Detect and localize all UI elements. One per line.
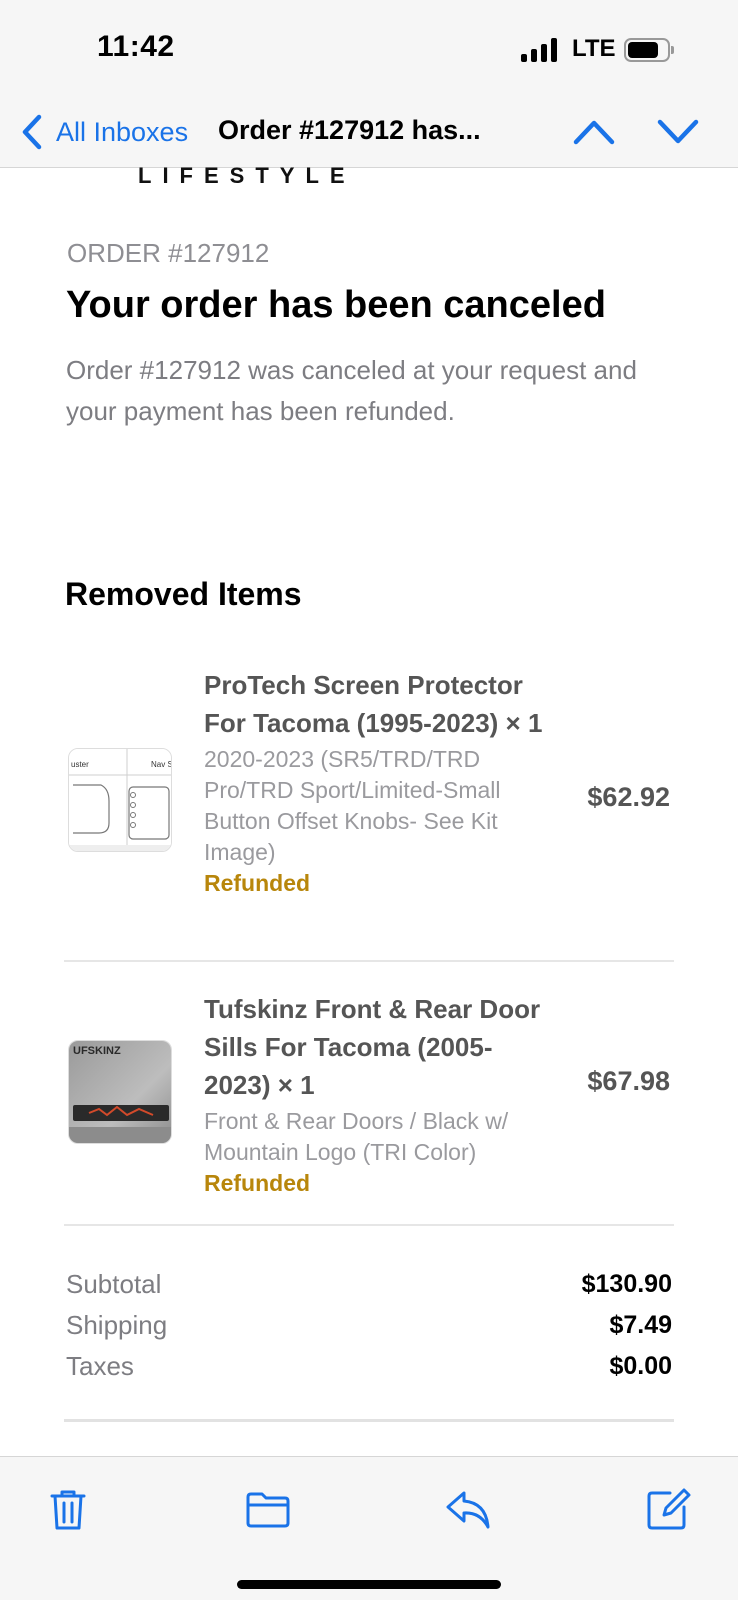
chevron-down-icon — [657, 119, 699, 144]
mail-screen: 11:42 LTE All Inboxes Order #127912 has.… — [0, 0, 738, 1600]
email-subject-title: Order #127912 has... — [218, 115, 481, 145]
item-name: Tufskinz Front & Rear Door Sills For Tac… — [204, 994, 541, 1100]
compose-button[interactable] — [644, 1485, 692, 1533]
item-details: Tufskinz Front & Rear Door Sills For Tac… — [204, 990, 544, 1199]
subtotal-row: Subtotal $130.90 — [66, 1264, 672, 1305]
product-thumbnail-screen-protector: uster Nav S — [68, 748, 172, 852]
total-value: $7.49 — [609, 1311, 672, 1339]
total-label: Shipping — [66, 1310, 168, 1340]
back-button-label: All Inboxes — [56, 116, 189, 147]
delete-button[interactable] — [44, 1485, 92, 1533]
taxes-row: Taxes $0.00 — [66, 1346, 672, 1387]
item-name: ProTech Screen Protector For Tacoma (199… — [204, 670, 543, 738]
move-to-folder-button[interactable] — [244, 1485, 292, 1533]
svg-text:Nav S: Nav S — [151, 760, 172, 769]
compose-icon — [647, 1488, 691, 1530]
signal-icon — [521, 38, 559, 62]
item-variant: Front & Rear Doors / Black w/ Mountain L… — [204, 1108, 509, 1165]
refund-status: Refunded — [204, 870, 311, 896]
previous-message-button[interactable] — [572, 112, 616, 152]
product-thumbnail-door-sills: UFSKINZ — [68, 1040, 172, 1144]
status-time: 11:42 — [97, 30, 175, 63]
order-number-label: ORDER #127912 — [67, 238, 270, 268]
item-variant: 2020-2023 (SR5/TRD/TRD Pro/TRD Sport/Lim… — [204, 746, 501, 865]
svg-text:uster: uster — [71, 760, 89, 769]
total-label: Taxes — [66, 1351, 134, 1381]
removed-items-title: Removed Items — [65, 576, 302, 612]
total-value: $0.00 — [609, 1352, 672, 1380]
item-price: $62.92 — [587, 782, 670, 812]
refund-status: Refunded — [204, 1170, 311, 1196]
battery-icon — [624, 38, 674, 62]
item-details: ProTech Screen Protector For Tacoma (199… — [204, 666, 544, 899]
item-price: $67.98 — [587, 1066, 670, 1096]
status-bar: 11:42 LTE — [0, 0, 738, 100]
back-button[interactable]: All Inboxes — [20, 110, 188, 154]
shipping-row: Shipping $7.49 — [66, 1305, 672, 1346]
trash-icon — [50, 1490, 86, 1530]
carrier-label: LTE — [572, 35, 616, 62]
folder-icon — [246, 1492, 290, 1528]
reply-button[interactable] — [444, 1485, 492, 1533]
removed-item[interactable]: uster Nav S ProTech Screen Protector For… — [64, 666, 674, 946]
order-totals: Subtotal $130.90 Shipping $7.49 Taxes $0… — [66, 1264, 672, 1387]
chevron-left-icon — [22, 114, 42, 150]
next-message-button[interactable] — [656, 112, 700, 152]
mail-toolbar — [0, 1456, 738, 1600]
nav-bar: All Inboxes Order #127912 has... — [0, 100, 738, 168]
chevron-up-icon — [573, 120, 615, 145]
removed-item[interactable]: UFSKINZ Tufskinz Front & Rear Door Sills… — [64, 990, 674, 1196]
reply-icon — [446, 1491, 490, 1529]
brand-wordmark: LIFESTYLE — [138, 163, 356, 188]
total-value: $130.90 — [581, 1270, 672, 1298]
total-label: Subtotal — [66, 1269, 162, 1299]
svg-text:UFSKINZ: UFSKINZ — [73, 1045, 121, 1057]
item-divider — [64, 960, 674, 962]
item-divider — [64, 1224, 674, 1226]
cancellation-message: Order #127912 was canceled at your reque… — [66, 355, 637, 426]
cancellation-headline: Your order has been canceled — [66, 284, 606, 326]
totals-divider — [64, 1419, 674, 1422]
home-indicator[interactable] — [237, 1580, 501, 1589]
